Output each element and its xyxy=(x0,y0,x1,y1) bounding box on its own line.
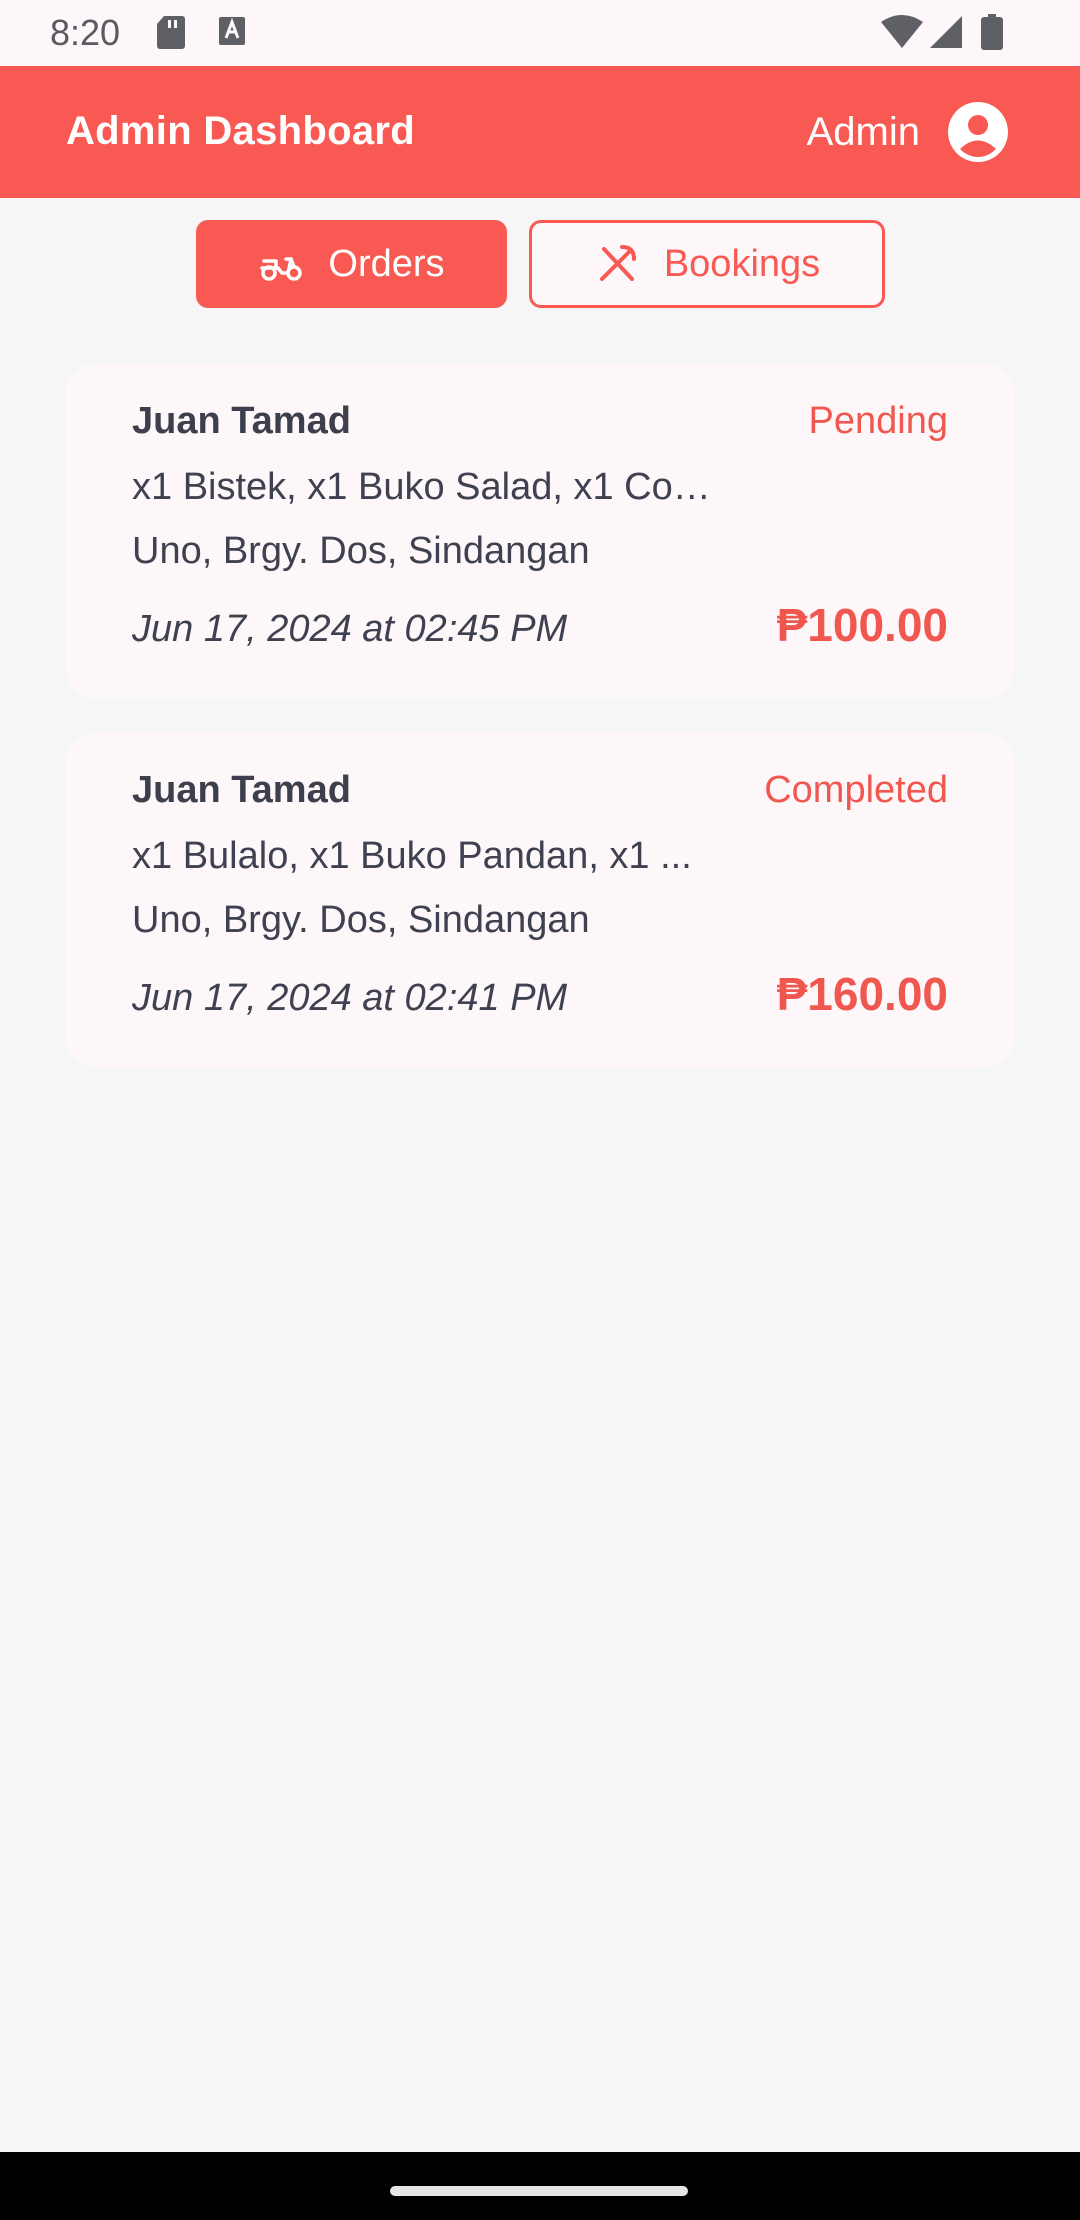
battery-icon xyxy=(981,14,1003,50)
scooter-icon xyxy=(260,257,303,281)
order-customer-name: Juan Tamad xyxy=(132,400,351,442)
order-card[interactable]: Juan Tamad Pending x1 Bistek, x1 Buko Sa… xyxy=(66,364,1014,698)
order-datetime: Jun 17, 2024 at 02:41 PM xyxy=(132,977,568,1019)
tab-orders-label: Orders xyxy=(328,242,445,285)
keyboard-a-icon xyxy=(219,17,245,45)
utensils-crossed-icon xyxy=(599,245,636,281)
page-title: Admin Dashboard xyxy=(66,109,415,153)
status-bar: 8:20 xyxy=(0,0,1080,66)
order-address: Uno, Brgy. Dos, Sindangan xyxy=(132,899,590,941)
tab-bar: Orders Bookings xyxy=(0,220,1080,308)
order-items: x1 Bistek, x1 Buko Salad, x1 Coke xyxy=(132,466,712,508)
order-total: ₱160.00 xyxy=(776,968,948,1020)
admin-label: Admin xyxy=(806,110,920,154)
order-status: Completed xyxy=(764,769,948,811)
order-card[interactable]: Juan Tamad Completed x1 Bulalo, x1 Buko … xyxy=(66,733,1014,1067)
order-total: ₱100.00 xyxy=(776,599,948,651)
signal-icon xyxy=(930,16,962,48)
order-items: x1 Bulalo, x1 Buko Pandan, x1 ... xyxy=(132,835,692,877)
app-bar: Admin Dashboard Admin xyxy=(0,66,1080,198)
tab-bookings[interactable]: Bookings xyxy=(529,220,885,308)
sd-card-icon xyxy=(157,16,185,49)
order-datetime: Jun 17, 2024 at 02:45 PM xyxy=(132,608,568,650)
order-status: Pending xyxy=(808,400,948,442)
account-circle-icon xyxy=(948,102,1008,162)
home-indicator[interactable] xyxy=(390,2186,688,2196)
status-time: 8:20 xyxy=(50,12,121,53)
tab-orders[interactable]: Orders xyxy=(196,220,507,308)
order-customer-name: Juan Tamad xyxy=(132,769,351,811)
order-address: Uno, Brgy. Dos, Sindangan xyxy=(132,530,590,572)
admin-profile-button[interactable]: Admin xyxy=(807,100,1008,164)
wifi-icon xyxy=(881,15,923,48)
system-nav-bar xyxy=(0,2152,1080,2220)
tab-bookings-label: Bookings xyxy=(663,242,821,285)
